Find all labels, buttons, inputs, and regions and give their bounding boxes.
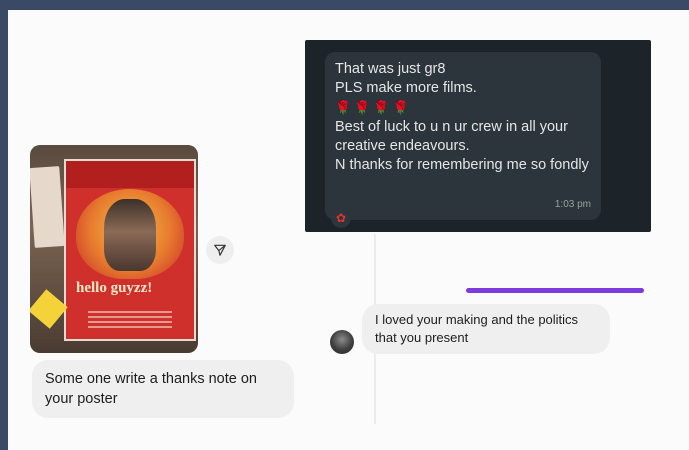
wall-paper-note xyxy=(30,166,65,248)
shared-screenshot[interactable]: That was just gr8 PLS make more films. 🌹… xyxy=(305,40,651,232)
poster-title: hello guyzz! xyxy=(76,280,153,296)
screenshot-message-bubble: That was just gr8 PLS make more films. 🌹… xyxy=(325,52,601,220)
yellow-sticky-note xyxy=(30,289,68,329)
message-bubble-right[interactable]: I loved your making and the politics tha… xyxy=(362,304,610,354)
screenshot-line-1: That was just gr8 xyxy=(335,61,446,77)
poster-image: hello guyzz! xyxy=(64,159,196,341)
shared-poster-card[interactable]: hello guyzz! xyxy=(30,145,198,353)
poster-portrait xyxy=(104,199,156,271)
message-bubble-left[interactable]: Some one write a thanks note on your pos… xyxy=(32,360,294,418)
accent-bar xyxy=(466,288,644,293)
screenshot-line-2: PLS make more films. xyxy=(335,80,477,96)
screenshot-line-3: Best of luck to u n ur crew in all your … xyxy=(335,119,568,154)
rose-reaction-icon: ✿ xyxy=(331,208,351,228)
rose-emojis: 🌹🌹🌹🌹 xyxy=(335,100,412,115)
screenshot-timestamp: 1:03 pm xyxy=(554,199,591,210)
avatar[interactable] xyxy=(330,330,354,354)
screenshot-line-4: N thanks for remembering me so fondly xyxy=(335,157,589,173)
send-arrow-icon[interactable] xyxy=(206,236,234,264)
poster-small-text xyxy=(88,311,172,329)
poster-header xyxy=(66,161,194,188)
